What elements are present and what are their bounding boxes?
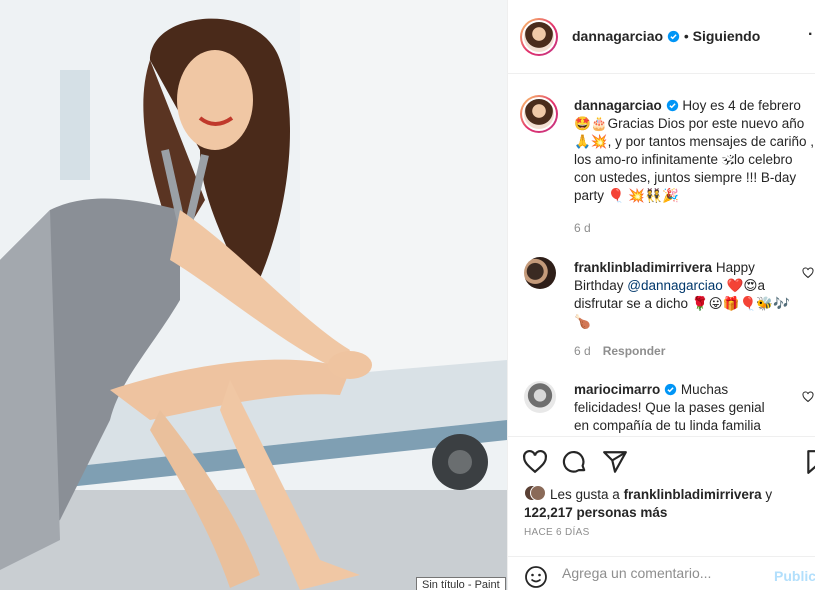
- author-info: dannagarciao • Siguiendo: [572, 28, 760, 44]
- likes-summary: Les gusta a franklinbladimirrivera y 122…: [524, 485, 809, 522]
- commenter-avatar[interactable]: [524, 257, 556, 289]
- separator-dot: •: [683, 28, 689, 44]
- mention-link[interactable]: @dannagarciao: [627, 278, 723, 293]
- post-actions: Les gusta a franklinbladimirrivera y 122…: [508, 436, 815, 556]
- more-options-icon[interactable]: ·: [808, 26, 814, 44]
- comment-meta: 6 d Responder: [574, 344, 665, 358]
- commenter-avatar[interactable]: [524, 381, 556, 413]
- comment-text: franklinbladimirrivera Happy Birthday @d…: [574, 259, 794, 331]
- comment-input[interactable]: [562, 565, 762, 581]
- author-username[interactable]: dannagarciao: [572, 28, 663, 44]
- publish-button[interactable]: Publicar: [774, 568, 815, 584]
- caption-time[interactable]: 6 d: [574, 221, 591, 235]
- verified-badge-icon: [664, 383, 677, 396]
- share-icon[interactable]: [602, 449, 628, 475]
- comment-like-heart-icon[interactable]: [802, 391, 814, 403]
- verified-badge-icon: [667, 30, 680, 43]
- heart-icon[interactable]: [522, 449, 548, 475]
- verified-badge-icon: [666, 99, 678, 112]
- bookmark-icon[interactable]: [804, 449, 815, 475]
- following-button[interactable]: Siguiendo: [693, 28, 761, 44]
- post-details-panel: dannagarciao • Siguiendo · dannagarciao …: [507, 0, 815, 590]
- caption-avatar[interactable]: [520, 95, 558, 133]
- reply-button[interactable]: Responder: [603, 344, 666, 358]
- post-header: dannagarciao • Siguiendo ·: [508, 0, 815, 74]
- caption-username[interactable]: dannagarciao: [574, 98, 662, 113]
- taskbar-tooltip: Sin título - Paint: [416, 577, 506, 590]
- post-time-ago[interactable]: HACE 6 DÍAS: [524, 527, 590, 538]
- emoji-icon[interactable]: [524, 565, 548, 589]
- author-avatar[interactable]: [520, 18, 558, 56]
- comments-list: dannagarciao Hoy es 4 de febrero 🤩🎂Graci…: [508, 75, 815, 435]
- likers-avatars[interactable]: [524, 485, 546, 503]
- comment-username[interactable]: franklinbladimirrivera: [574, 260, 712, 275]
- liker-username[interactable]: franklinbladimirrivera: [624, 487, 762, 502]
- likes-prefix: Les gusta a: [550, 487, 624, 502]
- comment-text: mariocimarro Muchas felicidades! Que la …: [574, 381, 774, 435]
- caption-body: Hoy es 4 de febrero 🤩🎂Gracias Dios por e…: [574, 98, 814, 203]
- post-photo-illustration: [0, 0, 507, 590]
- likes-conj: y: [761, 487, 773, 502]
- comment-like-heart-icon[interactable]: [802, 267, 814, 279]
- comment-icon[interactable]: [562, 449, 588, 475]
- comment-time[interactable]: 6 d: [574, 344, 591, 358]
- caption-text: dannagarciao Hoy es 4 de febrero 🤩🎂Graci…: [574, 97, 814, 205]
- comment-username[interactable]: mariocimarro: [574, 382, 660, 397]
- likes-count[interactable]: 122,217 personas más: [524, 505, 667, 520]
- post-photo[interactable]: [0, 0, 507, 590]
- comment-composer: Publicar: [508, 556, 815, 590]
